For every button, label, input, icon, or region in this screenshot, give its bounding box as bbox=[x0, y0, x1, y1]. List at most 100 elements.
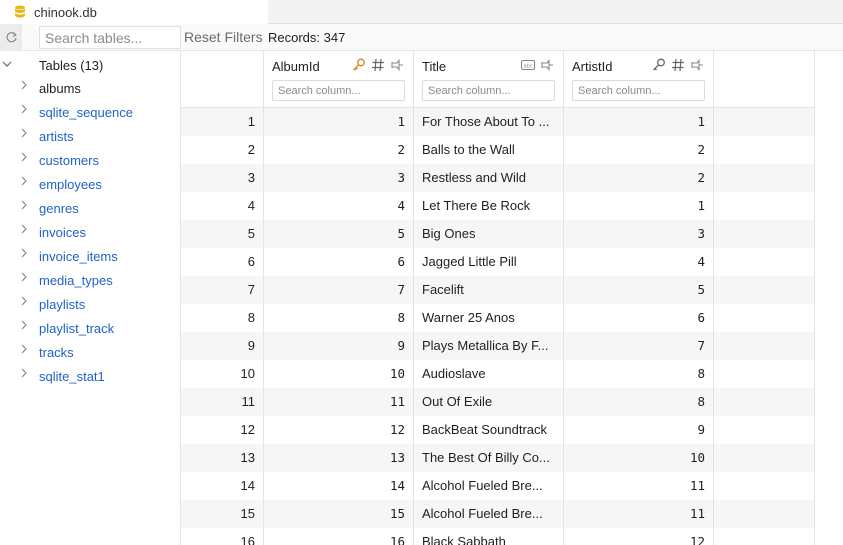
chevron-right-icon[interactable] bbox=[19, 80, 29, 93]
sidebar-item-playlist-track[interactable]: playlist_track bbox=[0, 317, 181, 341]
tab-chinook-db[interactable]: chinook.db bbox=[0, 0, 268, 24]
sidebar-item-playlists[interactable]: playlists bbox=[0, 293, 181, 317]
column-search-input[interactable] bbox=[572, 80, 705, 101]
table-row[interactable]: 3 3 Restless and Wild 2 bbox=[181, 164, 815, 192]
cell-title[interactable]: Black Sabbath bbox=[414, 528, 564, 545]
cell-albumid[interactable]: 16 bbox=[264, 528, 414, 545]
table-row[interactable]: 14 14 Alcohol Fueled Bre... 11 bbox=[181, 472, 815, 500]
sidebar-item-invoice-items[interactable]: invoice_items bbox=[0, 245, 181, 269]
cell-artistid[interactable]: 9 bbox=[564, 416, 714, 444]
sidebar-item-artists[interactable]: artists bbox=[0, 125, 181, 149]
cell-title[interactable]: Balls to the Wall bbox=[414, 136, 564, 164]
cell-title[interactable]: For Those About To ... bbox=[414, 108, 564, 136]
sidebar-item-media-types[interactable]: media_types bbox=[0, 269, 181, 293]
table-row[interactable]: 9 9 Plays Metallica By F... 7 bbox=[181, 332, 815, 360]
table-row[interactable]: 5 5 Big Ones 3 bbox=[181, 220, 815, 248]
table-row[interactable]: 15 15 Alcohol Fueled Bre... 11 bbox=[181, 500, 815, 528]
cell-artistid[interactable]: 4 bbox=[564, 248, 714, 276]
chevron-right-icon[interactable] bbox=[19, 224, 29, 237]
refresh-icon[interactable] bbox=[0, 24, 22, 51]
table-row[interactable]: 7 7 Facelift 5 bbox=[181, 276, 815, 304]
table-row[interactable]: 1 1 For Those About To ... 1 bbox=[181, 108, 815, 136]
table-row[interactable]: 16 16 Black Sabbath 12 bbox=[181, 528, 815, 545]
pin-icon[interactable] bbox=[389, 57, 405, 73]
cell-albumid[interactable]: 13 bbox=[264, 444, 414, 472]
cell-title[interactable]: Alcohol Fueled Bre... bbox=[414, 500, 564, 528]
cell-artistid[interactable]: 1 bbox=[564, 108, 714, 136]
cell-albumid[interactable]: 9 bbox=[264, 332, 414, 360]
chevron-right-icon[interactable] bbox=[19, 296, 29, 309]
cell-title[interactable]: Let There Be Rock bbox=[414, 192, 564, 220]
cell-title[interactable]: Audioslave bbox=[414, 360, 564, 388]
cell-albumid[interactable]: 3 bbox=[264, 164, 414, 192]
column-search-input[interactable] bbox=[272, 80, 405, 101]
cell-albumid[interactable]: 10 bbox=[264, 360, 414, 388]
cell-title[interactable]: Alcohol Fueled Bre... bbox=[414, 472, 564, 500]
cell-title[interactable]: Warner 25 Anos bbox=[414, 304, 564, 332]
cell-artistid[interactable]: 3 bbox=[564, 220, 714, 248]
pin-icon[interactable] bbox=[689, 57, 705, 73]
cell-artistid[interactable]: 12 bbox=[564, 528, 714, 545]
chevron-right-icon[interactable] bbox=[19, 344, 29, 357]
chevron-right-icon[interactable] bbox=[19, 368, 29, 381]
cell-albumid[interactable]: 1 bbox=[264, 108, 414, 136]
chevron-right-icon[interactable] bbox=[19, 200, 29, 213]
sidebar-item-genres[interactable]: genres bbox=[0, 197, 181, 221]
chevron-right-icon[interactable] bbox=[19, 272, 29, 285]
table-row[interactable]: 13 13 The Best Of Billy Co... 10 bbox=[181, 444, 815, 472]
table-row[interactable]: 4 4 Let There Be Rock 1 bbox=[181, 192, 815, 220]
cell-title[interactable]: Restless and Wild bbox=[414, 164, 564, 192]
table-row[interactable]: 12 12 BackBeat Soundtrack 9 bbox=[181, 416, 815, 444]
tree-root-tables[interactable]: Tables (13) bbox=[0, 53, 181, 77]
cell-artistid[interactable]: 6 bbox=[564, 304, 714, 332]
column-search-input[interactable] bbox=[422, 80, 555, 101]
cell-title[interactable]: BackBeat Soundtrack bbox=[414, 416, 564, 444]
reset-filters-button[interactable]: Reset Filters bbox=[184, 24, 263, 51]
cell-title[interactable]: Jagged Little Pill bbox=[414, 248, 564, 276]
cell-artistid[interactable]: 11 bbox=[564, 500, 714, 528]
cell-albumid[interactable]: 7 bbox=[264, 276, 414, 304]
table-row[interactable]: 2 2 Balls to the Wall 2 bbox=[181, 136, 815, 164]
column-header-artistid[interactable]: ArtistId bbox=[564, 51, 714, 108]
cell-artistid[interactable]: 5 bbox=[564, 276, 714, 304]
sidebar-item-albums[interactable]: albums bbox=[0, 77, 181, 101]
column-header-title[interactable]: Title abc bbox=[414, 51, 564, 108]
sidebar-item-sqlite-sequence[interactable]: sqlite_sequence bbox=[0, 101, 181, 125]
cell-albumid[interactable]: 15 bbox=[264, 500, 414, 528]
table-row[interactable]: 10 10 Audioslave 8 bbox=[181, 360, 815, 388]
chevron-right-icon[interactable] bbox=[19, 104, 29, 117]
cell-albumid[interactable]: 5 bbox=[264, 220, 414, 248]
cell-artistid[interactable]: 8 bbox=[564, 388, 714, 416]
pin-icon[interactable] bbox=[539, 57, 555, 73]
sidebar-item-customers[interactable]: customers bbox=[0, 149, 181, 173]
table-row[interactable]: 11 11 Out Of Exile 8 bbox=[181, 388, 815, 416]
cell-albumid[interactable]: 12 bbox=[264, 416, 414, 444]
cell-albumid[interactable]: 11 bbox=[264, 388, 414, 416]
cell-artistid[interactable]: 11 bbox=[564, 472, 714, 500]
cell-artistid[interactable]: 1 bbox=[564, 192, 714, 220]
sidebar-item-employees[interactable]: employees bbox=[0, 173, 181, 197]
cell-albumid[interactable]: 8 bbox=[264, 304, 414, 332]
chevron-right-icon[interactable] bbox=[19, 128, 29, 141]
cell-title[interactable]: The Best Of Billy Co... bbox=[414, 444, 564, 472]
sidebar-item-tracks[interactable]: tracks bbox=[0, 341, 181, 365]
table-row[interactable]: 8 8 Warner 25 Anos 6 bbox=[181, 304, 815, 332]
cell-albumid[interactable]: 14 bbox=[264, 472, 414, 500]
chevron-right-icon[interactable] bbox=[19, 320, 29, 333]
sidebar-item-invoices[interactable]: invoices bbox=[0, 221, 181, 245]
table-row[interactable]: 6 6 Jagged Little Pill 4 bbox=[181, 248, 815, 276]
cell-albumid[interactable]: 2 bbox=[264, 136, 414, 164]
chevron-down-icon[interactable] bbox=[2, 59, 18, 72]
chevron-right-icon[interactable] bbox=[19, 176, 29, 189]
cell-albumid[interactable]: 4 bbox=[264, 192, 414, 220]
cell-title[interactable]: Plays Metallica By F... bbox=[414, 332, 564, 360]
cell-artistid[interactable]: 10 bbox=[564, 444, 714, 472]
cell-title[interactable]: Big Ones bbox=[414, 220, 564, 248]
cell-artistid[interactable]: 2 bbox=[564, 136, 714, 164]
cell-artistid[interactable]: 8 bbox=[564, 360, 714, 388]
cell-title[interactable]: Out Of Exile bbox=[414, 388, 564, 416]
cell-artistid[interactable]: 7 bbox=[564, 332, 714, 360]
cell-albumid[interactable]: 6 bbox=[264, 248, 414, 276]
sidebar-item-sqlite-stat1[interactable]: sqlite_stat1 bbox=[0, 365, 181, 389]
column-header-albumid[interactable]: AlbumId bbox=[264, 51, 414, 108]
